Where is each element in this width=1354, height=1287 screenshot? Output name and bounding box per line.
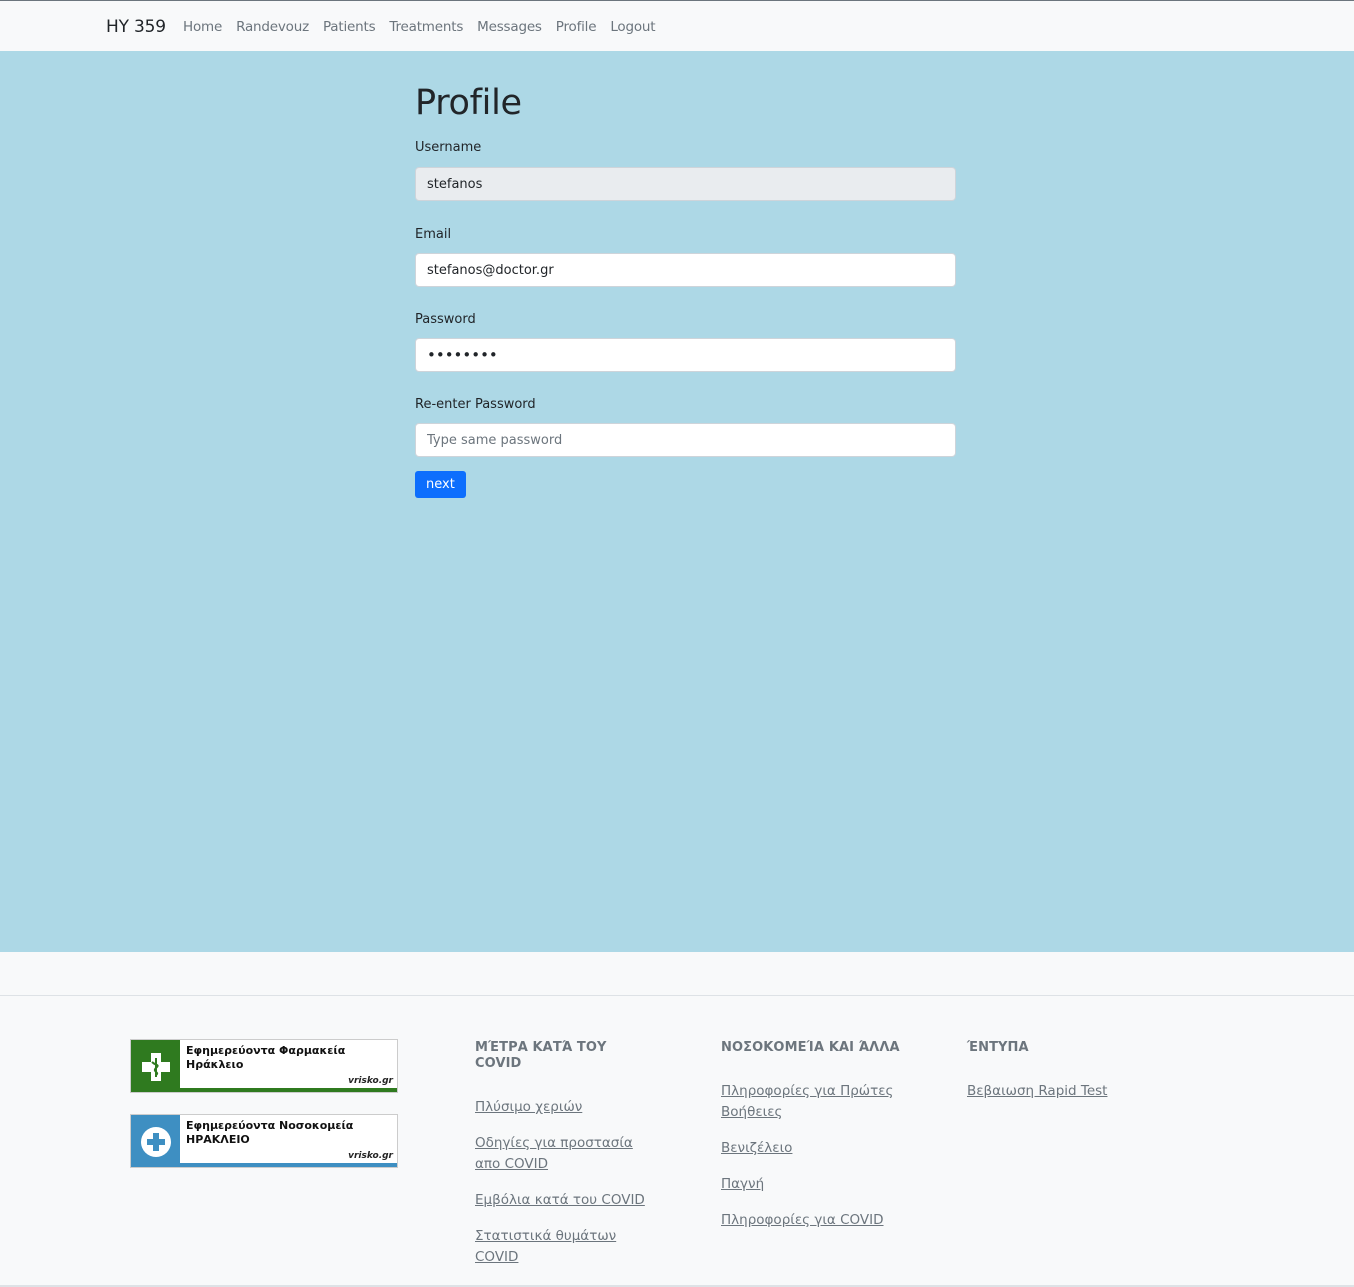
nav-links: Home Randevouz Patients Treatments Messa…: [183, 19, 656, 35]
banner-strip: [180, 1088, 397, 1092]
hospital-banner[interactable]: Εφημερεύοντα Νοσοκομεία ΗΡΑΚΛΕΙΟ vrisko.…: [130, 1114, 398, 1168]
footer-heading-forms: ΈΝΤΥΠΑ: [967, 1040, 1029, 1055]
footer-link-vaccines[interactable]: Εμβόλια κατά του COVID: [475, 1190, 650, 1211]
nav-home[interactable]: Home: [183, 19, 222, 35]
brand-link[interactable]: HY 359: [106, 17, 166, 37]
footer-link-rapid-test[interactable]: Βεβαιωση Rapid Test: [967, 1081, 1147, 1102]
pharmacy-banner-text: Εφημερεύοντα Φαρμακεία Ηράκλειο: [186, 1044, 345, 1072]
footer-column-covid: ΜΈΤΡΑ ΚΑΤΆ ΤΟΥ COVID Πλύσιμο χεριών Οδηγ…: [475, 1040, 650, 1283]
reenter-password-field[interactable]: [415, 423, 956, 457]
password-field[interactable]: ••••••••: [415, 338, 956, 372]
username-field[interactable]: [415, 167, 956, 201]
pharmacy-cross-icon: [131, 1040, 180, 1092]
profile-form: Profile Username Email Password ••••••••…: [415, 82, 956, 498]
footer-heading-hospitals: ΝΟΣΟΚΟΜΕΊΑ ΚΑΙ ΆΛΛΑ: [721, 1040, 900, 1055]
footer-link-first-aid[interactable]: Πληροφορίες για Πρώτες Βοήθειες: [721, 1081, 901, 1123]
hospital-banner-line1: Εφημερεύοντα Νοσοκομεία: [186, 1119, 354, 1132]
banner-strip: [180, 1163, 397, 1167]
nav-messages[interactable]: Messages: [477, 19, 542, 35]
password-label: Password: [415, 312, 476, 327]
footer-column-hospitals: ΝΟΣΟΚΟΜΕΊΑ ΚΑΙ ΆΛΛΑ Πληροφορίες για Πρώτ…: [721, 1040, 901, 1246]
footer-link-covid-protection[interactable]: Οδηγίες για προστασία απο COVID: [475, 1133, 650, 1175]
page-title: Profile: [415, 83, 522, 123]
email-label: Email: [415, 227, 452, 242]
footer-spacer: [0, 952, 1354, 995]
hospital-banner-line2: ΗΡΑΚΛΕΙΟ: [186, 1133, 250, 1146]
footer-column-forms: ΈΝΤΥΠΑ Βεβαιωση Rapid Test: [967, 1040, 1147, 1117]
footer-heading-covid: ΜΈΤΡΑ ΚΑΤΆ ΤΟΥ COVID: [475, 1040, 607, 1071]
pharmacy-banner[interactable]: Εφημερεύοντα Φαρμακεία Ηράκλειο vrisko.g…: [130, 1039, 398, 1093]
navbar: HY 359 Home Randevouz Patients Treatment…: [0, 1, 1354, 51]
email-field[interactable]: [415, 253, 956, 287]
footer-link-venizeleio[interactable]: Βενιζέλειο: [721, 1138, 901, 1159]
nav-randevouz[interactable]: Randevouz: [236, 19, 309, 35]
pharmacy-banner-line1: Εφημερεύοντα Φαρμακεία: [186, 1044, 346, 1057]
vrisko-logo: vrisko.gr: [348, 1076, 393, 1086]
next-button[interactable]: next: [415, 471, 466, 498]
hospital-banner-text: Εφημερεύοντα Νοσοκομεία ΗΡΑΚΛΕΙΟ: [186, 1119, 353, 1147]
reenter-password-label: Re-enter Password: [415, 397, 536, 412]
nav-logout[interactable]: Logout: [610, 19, 655, 35]
nav-treatments[interactable]: Treatments: [389, 19, 463, 35]
footer-link-handwashing[interactable]: Πλύσιμο χεριών: [475, 1097, 650, 1118]
footer-link-pagni[interactable]: Παγνή: [721, 1174, 901, 1195]
footer-link-covid-info[interactable]: Πληροφορίες για COVID: [721, 1210, 901, 1231]
nav-patients[interactable]: Patients: [323, 19, 376, 35]
footer-link-statistics[interactable]: Στατιστικά θυμάτων COVID: [475, 1226, 650, 1268]
pharmacy-banner-line2: Ηράκλειο: [186, 1058, 244, 1071]
main-content: Profile Username Email Password ••••••••…: [0, 51, 1354, 952]
vrisko-logo: vrisko.gr: [348, 1151, 393, 1161]
username-label: Username: [415, 140, 482, 155]
nav-profile[interactable]: Profile: [556, 19, 597, 35]
medical-cross-icon: [131, 1115, 180, 1167]
